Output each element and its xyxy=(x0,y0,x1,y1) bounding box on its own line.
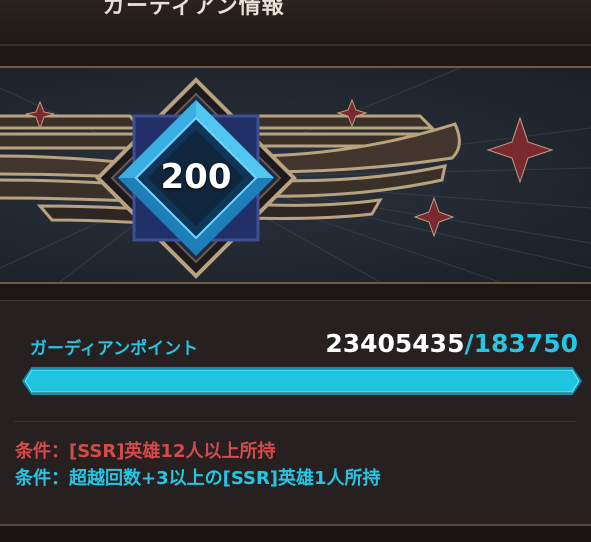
guardian-info-screen: ガーディアン情報 200 ガーディアンポイント 23405435/183750 … xyxy=(0,0,591,542)
guardian-level: 200 xyxy=(160,157,232,197)
points-max: 183750 xyxy=(473,329,578,358)
condition-text: 条件：超越回数+3以上の[SSR]英雄1人所持 xyxy=(15,468,381,489)
guardian-points-progress-bar xyxy=(22,367,582,395)
header-bar: ガーディアン情報 xyxy=(0,0,591,46)
bottom-frame xyxy=(0,524,591,542)
condition-text: 条件：[SSR]英雄12人以上所持 xyxy=(15,441,276,462)
progress-fill xyxy=(22,367,582,395)
guardian-points-label: ガーディアンポイント xyxy=(30,339,199,359)
points-separator: / xyxy=(464,329,474,358)
points-current: 23405435 xyxy=(325,329,465,358)
winged-diamond-emblem-icon xyxy=(0,68,591,282)
guardian-emblem-banner xyxy=(0,66,591,284)
page-title: ガーディアン情報 xyxy=(103,0,285,19)
panel-divider xyxy=(14,421,577,422)
guardian-points-value: 23405435/183750 xyxy=(325,329,578,358)
